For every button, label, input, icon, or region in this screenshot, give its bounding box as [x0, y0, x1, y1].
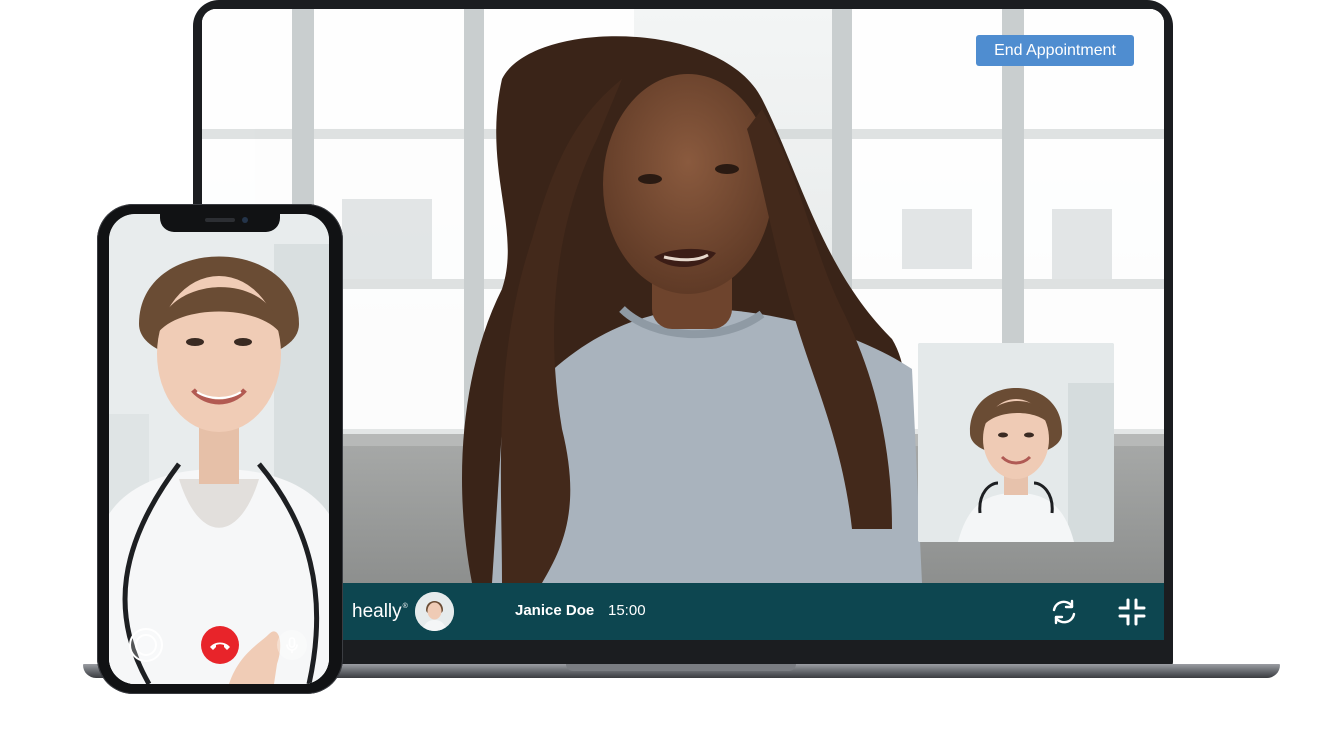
hang-up-button[interactable]	[201, 626, 239, 664]
phone-camera	[242, 217, 248, 223]
laptop-hinge	[566, 664, 796, 671]
call-control-bar: heally® Janice Doe 15:00	[202, 583, 1164, 640]
doctor-video-feed	[918, 343, 1114, 542]
doctor-self-view[interactable]	[918, 343, 1114, 542]
hang-up-icon	[210, 642, 230, 650]
avatar	[415, 592, 454, 631]
phone-doctor-video-feed	[109, 214, 329, 684]
call-timer: 15:00	[608, 602, 646, 619]
phone-speaker	[205, 218, 235, 222]
switch-camera-icon[interactable]	[1048, 596, 1080, 628]
end-appointment-button[interactable]: End Appointment	[976, 35, 1134, 66]
microphone-icon	[286, 637, 298, 654]
caller-name: Janice Doe	[515, 602, 595, 619]
video-call-screen: End Appointment	[202, 9, 1164, 583]
record-icon	[135, 634, 157, 656]
phone-screen	[109, 214, 329, 684]
phone-notch	[160, 214, 280, 232]
microphone-button[interactable]	[277, 630, 307, 660]
brand-name: heally	[352, 601, 402, 622]
brand-mark: ®	[402, 603, 408, 610]
brand-logo: heally®	[352, 601, 408, 623]
collapse-icon[interactable]	[1116, 596, 1148, 628]
record-button[interactable]	[129, 628, 163, 662]
